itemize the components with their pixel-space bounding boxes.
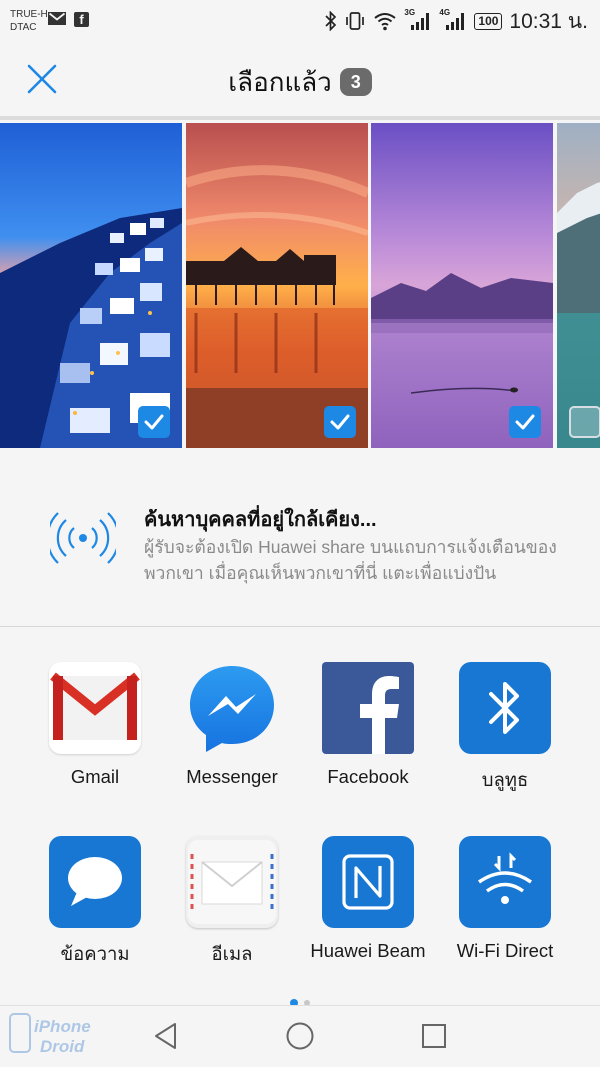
gmail-icon bbox=[49, 662, 141, 754]
photo-thumbnail-mountain[interactable] bbox=[557, 123, 600, 448]
home-icon bbox=[286, 1022, 314, 1050]
recents-button[interactable] bbox=[418, 1020, 450, 1052]
photo-selected-checkbox[interactable] bbox=[138, 406, 170, 438]
app-label: อีเมล bbox=[211, 943, 253, 964]
santorini-image bbox=[0, 123, 182, 448]
app-label: Wi-Fi Direct bbox=[456, 940, 554, 961]
checkmark-icon bbox=[330, 414, 350, 430]
photo-thumbnail-santorini[interactable] bbox=[0, 123, 182, 448]
share-app-messenger[interactable]: Messenger bbox=[162, 662, 302, 788]
signal-2-icon: 4G bbox=[439, 8, 467, 32]
watermark-line-1: iPhone bbox=[34, 1017, 91, 1036]
checkmark-icon bbox=[144, 414, 164, 430]
facebook-icon bbox=[322, 662, 414, 754]
facebook-notification-icon: f bbox=[74, 12, 89, 27]
signal-1-icon: 3G bbox=[404, 8, 432, 32]
share-app-huawei-beam[interactable]: Huawei Beam bbox=[298, 836, 438, 962]
recents-icon bbox=[422, 1024, 446, 1048]
header-divider bbox=[0, 116, 600, 120]
title-text: เลือกแล้ว bbox=[228, 67, 332, 97]
share-app-facebook[interactable]: Facebook bbox=[298, 662, 438, 788]
back-icon bbox=[155, 1023, 176, 1049]
app-label: Gmail bbox=[70, 766, 120, 787]
section-divider bbox=[0, 626, 600, 627]
checkmark-icon bbox=[515, 414, 535, 430]
nearby-description: ผู้รับจะต้องเปิด Huawei share บนแถบการแจ… bbox=[144, 537, 557, 583]
share-app-bluetooth[interactable]: บลูทูธ bbox=[435, 662, 575, 795]
message-icon bbox=[49, 836, 141, 928]
lake-image bbox=[371, 123, 553, 448]
back-button[interactable] bbox=[151, 1020, 183, 1052]
photo-selected-checkbox[interactable] bbox=[509, 406, 541, 438]
messenger-icon bbox=[186, 662, 278, 754]
nearby-title: ค้นหาบุคคลที่อยู่ใกล้เคียง... bbox=[144, 509, 377, 531]
carrier-names: TRUE-H DTAC bbox=[10, 8, 48, 34]
share-app-gmail[interactable]: Gmail bbox=[25, 662, 165, 788]
selected-count-badge: 3 bbox=[339, 68, 372, 96]
gmail-notification-icon bbox=[48, 12, 66, 25]
mountain-image bbox=[557, 123, 600, 448]
nfc-icon bbox=[322, 836, 414, 928]
wireless-signal-icon bbox=[50, 512, 116, 564]
bluetooth-status-icon bbox=[325, 11, 337, 31]
email-icon bbox=[186, 836, 278, 928]
app-label: ข้อความ bbox=[60, 943, 130, 964]
carrier-2: DTAC bbox=[10, 22, 37, 33]
status-bar: TRUE-H DTAC f 3G 4G 100 10:31 น. bbox=[0, 0, 600, 44]
pier-image bbox=[186, 123, 368, 448]
photo-thumbnail-lake[interactable] bbox=[371, 123, 553, 448]
app-label: Messenger bbox=[186, 766, 278, 787]
photo-unselected-checkbox[interactable] bbox=[569, 406, 600, 438]
battery-indicator: 100 bbox=[474, 12, 503, 30]
clock: 10:31 น. bbox=[509, 9, 588, 33]
watermark-logo: iPhone Droid bbox=[9, 1013, 91, 1056]
share-app-wifi-direct[interactable]: Wi-Fi Direct bbox=[435, 836, 575, 962]
page-title: เลือกแล้ว 3 bbox=[0, 62, 600, 103]
status-indicators: 3G 4G 100 10:31 น. bbox=[325, 6, 588, 36]
share-header: เลือกแล้ว 3 bbox=[0, 44, 600, 116]
bluetooth-icon bbox=[459, 662, 551, 754]
huawei-share-nearby[interactable]: ค้นหาบุคคลที่อยู่ใกล้เคียง... ผู้รับจะต้… bbox=[0, 448, 600, 626]
photo-selected-checkbox[interactable] bbox=[324, 406, 356, 438]
vibrate-icon bbox=[346, 12, 365, 30]
share-app-email[interactable]: อีเมล bbox=[162, 836, 302, 969]
share-app-messages[interactable]: ข้อความ bbox=[25, 836, 165, 969]
app-label: Facebook bbox=[327, 766, 409, 787]
home-button[interactable] bbox=[284, 1020, 316, 1052]
selected-photos-strip[interactable] bbox=[0, 123, 600, 448]
app-label: บลูทูธ bbox=[481, 769, 529, 790]
wifi-status-icon bbox=[374, 13, 397, 31]
watermark-line-2: Droid bbox=[40, 1037, 85, 1056]
wifi-direct-icon bbox=[459, 836, 551, 928]
photo-thumbnail-pier[interactable] bbox=[186, 123, 368, 448]
app-label: Huawei Beam bbox=[310, 940, 426, 961]
carrier-1: TRUE-H bbox=[10, 9, 48, 20]
